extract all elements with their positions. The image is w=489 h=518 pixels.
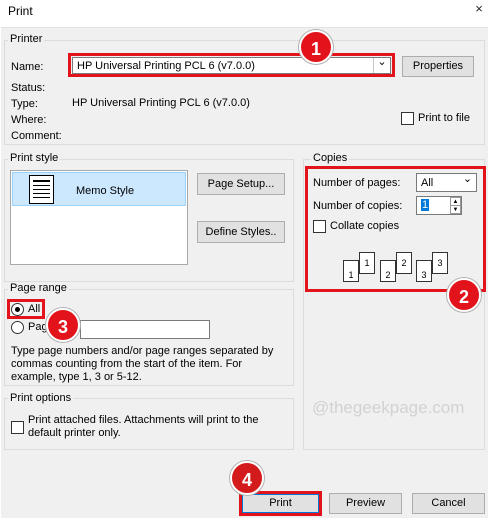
preview-button[interactable]: Preview <box>329 493 402 514</box>
page-range-help-text: Type page numbers and/or page ranges sep… <box>11 345 274 383</box>
page-range-pages-input[interactable] <box>80 320 210 339</box>
printer-name-label: Name: <box>11 61 44 73</box>
printer-name-select[interactable]: HP Universal Printing PCL 6 (v7.0.0) ⌄ <box>72 57 391 74</box>
memo-icon-line <box>33 189 50 190</box>
printer-group-legend: Printer <box>8 33 45 45</box>
print-to-file-checkbox[interactable] <box>401 112 414 125</box>
number-of-copies-value: 1 <box>421 199 430 211</box>
print-style-item-memo[interactable]: Memo Style <box>12 172 186 206</box>
close-icon[interactable]: × <box>471 1 487 17</box>
collate-page-icon: 3 <box>416 260 432 282</box>
print-style-item-label: Memo Style <box>76 185 135 197</box>
number-of-pages-value: All <box>421 177 434 189</box>
annotation-badge-4: 4 <box>230 461 264 495</box>
page-setup-button[interactable]: Page Setup... <box>197 173 285 195</box>
page-range-all-radio[interactable] <box>11 303 24 316</box>
print-attached-files-checkbox[interactable] <box>11 421 24 434</box>
annotation-badge-3: 3 <box>46 308 80 342</box>
printer-type-value: HP Universal Printing PCL 6 (v7.0.0) <box>72 97 250 109</box>
chevron-down-icon[interactable]: ⌄ <box>373 57 390 73</box>
memo-icon-line <box>33 185 50 186</box>
collate-page-icon: 3 <box>432 252 448 274</box>
spin-down-icon[interactable]: ▼ <box>450 205 461 214</box>
collate-copies-label: Collate copies <box>330 220 400 232</box>
chevron-down-icon[interactable]: ⌄ <box>459 174 476 191</box>
page-range-all-label: All <box>28 303 41 315</box>
define-styles-button[interactable]: Define Styles.. <box>197 221 285 243</box>
printer-type-label: Type: <box>11 98 38 110</box>
print-style-legend: Print style <box>8 152 61 164</box>
print-to-file-label: Print to file <box>418 112 470 124</box>
memo-icon-line <box>33 193 50 194</box>
memo-icon-line <box>33 180 50 182</box>
collate-copies-checkbox[interactable] <box>313 220 326 233</box>
printer-status-label: Status: <box>11 82 46 94</box>
number-of-copies-input[interactable]: 1 ▲ ▼ <box>416 196 462 215</box>
printer-comment-label: Comment: <box>11 130 62 142</box>
radio-selected-dot <box>15 307 20 312</box>
page-range-pages-radio[interactable] <box>11 321 24 334</box>
copies-legend: Copies <box>311 152 350 164</box>
number-of-copies-label: Number of copies: <box>313 200 403 212</box>
printer-where-label: Where: <box>11 114 47 126</box>
window-title: Print <box>8 4 33 18</box>
print-button[interactable]: Print <box>242 494 319 513</box>
collate-page-icon: 2 <box>396 252 412 274</box>
number-of-pages-label: Number of pages: <box>313 177 401 189</box>
collate-page-icon: 2 <box>380 260 396 282</box>
memo-style-icon <box>29 175 54 204</box>
number-of-pages-select[interactable]: All ⌄ <box>416 173 477 192</box>
print-options-legend: Print options <box>8 392 74 404</box>
annotation-badge-1: 1 <box>299 30 333 64</box>
annotation-badge-2: 2 <box>447 278 481 312</box>
page-range-legend: Page range <box>8 282 69 294</box>
memo-icon-line <box>33 197 50 198</box>
print-attached-files-label: Print attached files. Attachments will p… <box>28 414 259 439</box>
collate-page-icon: 1 <box>359 252 375 274</box>
printer-name-value: HP Universal Printing PCL 6 (v7.0.0) <box>77 60 255 72</box>
collate-page-icon: 1 <box>343 260 359 282</box>
cancel-button[interactable]: Cancel <box>412 493 485 514</box>
properties-button[interactable]: Properties <box>402 56 474 77</box>
print-style-list[interactable]: Memo Style <box>10 170 188 265</box>
watermark: @thegeekpage.com <box>312 398 465 417</box>
